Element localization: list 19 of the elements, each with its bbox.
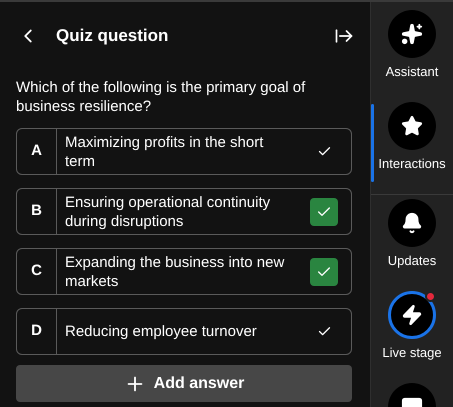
answer-text: Expanding the business into new markets bbox=[64, 252, 286, 292]
sidebar-label[interactable]: Interactions bbox=[378, 154, 446, 174]
sidebar-label[interactable]: Assistant bbox=[386, 62, 438, 82]
add-answer-button[interactable]: Add answer bbox=[16, 365, 352, 402]
answer-option[interactable]: C Expanding the business into new markets bbox=[16, 248, 352, 295]
answer-option[interactable]: D Reducing employee turnover bbox=[16, 308, 352, 355]
sidebar-label[interactable]: Live stage bbox=[382, 343, 442, 362]
answer-letter: C bbox=[17, 249, 57, 294]
answer-letter: A bbox=[17, 129, 57, 174]
answer-text: Ensuring operational continuity during disruptions bbox=[64, 192, 272, 232]
panel-title: Quiz question bbox=[56, 25, 168, 48]
answer-option[interactable]: B Ensuring operational continuity during disruptions bbox=[16, 188, 352, 235]
answer-text: Reducing employee turnover bbox=[64, 322, 258, 342]
answer-text: Maximizing profits in the short term bbox=[64, 132, 264, 172]
question-text: Which of the following is the primary goal of business resilience? bbox=[16, 78, 306, 116]
answer-letter: D bbox=[17, 309, 57, 354]
sidebar-label[interactable]: Updates bbox=[388, 251, 436, 270]
answer-option[interactable]: A Maximizing profits in the short term bbox=[16, 128, 352, 175]
answer-letter: B bbox=[17, 189, 57, 234]
